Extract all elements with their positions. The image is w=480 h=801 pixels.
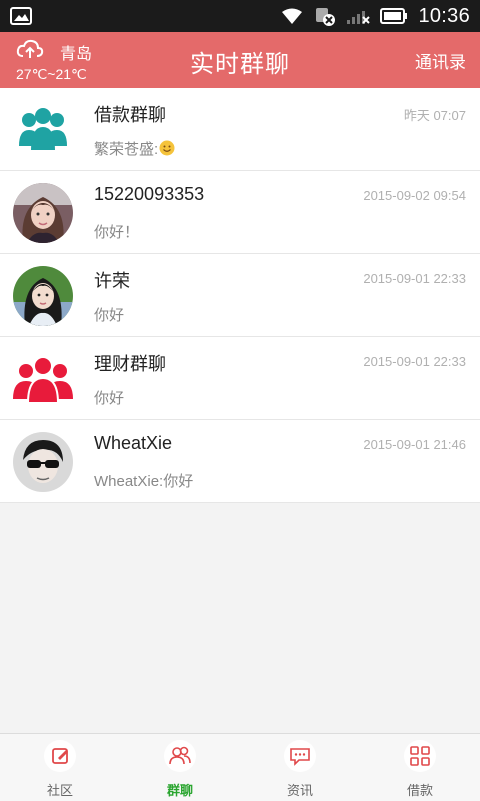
chat-last-message-text: 繁荣苍盛: — [94, 141, 159, 158]
tab-label: 群聊 — [166, 784, 193, 799]
grid-icon — [404, 740, 436, 772]
chat-item[interactable]: 15220093353 2015-09-02 09:54 你好！ — [0, 171, 480, 254]
chat-last-message: 繁荣苍盛: — [94, 138, 175, 159]
message-icon — [284, 740, 316, 772]
chat-time: 2015-09-02 09:54 — [363, 188, 466, 203]
clock: 10:36 — [418, 4, 470, 27]
user-photo-avatar — [13, 432, 73, 492]
group-chat-icon — [164, 740, 196, 772]
chat-list: 借款群聊 昨天 07:07 繁荣苍盛: 15220093353 2015-09-… — [0, 88, 480, 503]
group-avatar-teal-icon — [13, 100, 73, 160]
chat-time: 2015-09-01 22:33 — [363, 271, 466, 286]
chat-time: 2015-09-01 22:33 — [363, 354, 466, 369]
tab-label: 社区 — [46, 784, 73, 799]
page-title: 实时群聊 — [190, 50, 290, 78]
chat-time: 昨天 07:07 — [403, 108, 466, 123]
contacts-button[interactable]: 通讯录 — [415, 48, 466, 73]
chat-item[interactable]: 理财群聊 2015-09-01 22:33 你好 — [0, 337, 480, 420]
bottom-tab-bar: 社区 群聊 资讯 借款 — [0, 733, 480, 801]
tab-news[interactable]: 资讯 — [240, 734, 360, 801]
tab-loan[interactable]: 借款 — [360, 734, 480, 801]
chat-name: 理财群聊 — [94, 354, 166, 374]
chat-last-message: 你好 — [94, 390, 125, 407]
tab-label: 借款 — [406, 784, 433, 799]
tab-community[interactable]: 社区 — [0, 734, 120, 801]
user-photo-avatar — [13, 183, 73, 243]
wifi-icon — [282, 8, 303, 24]
tab-group-chat[interactable]: 群聊 — [120, 734, 240, 801]
chat-item[interactable]: 借款群聊 昨天 07:07 繁荣苍盛: — [0, 88, 480, 171]
battery-icon — [380, 8, 408, 24]
edit-icon — [44, 740, 76, 772]
smile-emoji-icon — [159, 140, 175, 156]
status-bar: 10:36 — [0, 0, 480, 32]
chat-item[interactable]: 许荣 2015-09-01 22:33 你好 — [0, 254, 480, 337]
tab-label: 资讯 — [286, 784, 313, 799]
sim-icon — [316, 8, 336, 26]
app-header: 青岛 27℃~21℃ 实时群聊 通讯录 — [0, 32, 480, 88]
chat-item[interactable]: WheatXie 2015-09-01 21:46 WheatXie:你好 — [0, 420, 480, 503]
chat-last-message: WheatXie:你好 — [94, 473, 194, 490]
chat-name: 15220093353 — [94, 184, 205, 204]
group-avatar-red-icon — [13, 349, 73, 409]
chat-last-message: 你好 — [94, 307, 125, 324]
cellular-signal-icon — [347, 11, 371, 24]
chat-time: 2015-09-01 21:46 — [363, 437, 466, 452]
image-icon — [10, 7, 32, 25]
chat-last-message: 你好！ — [94, 224, 140, 241]
chat-name: WheatXie — [94, 433, 173, 453]
chat-name: 借款群聊 — [94, 105, 166, 125]
user-photo-avatar — [13, 266, 73, 326]
chat-name: 许荣 — [94, 271, 130, 291]
